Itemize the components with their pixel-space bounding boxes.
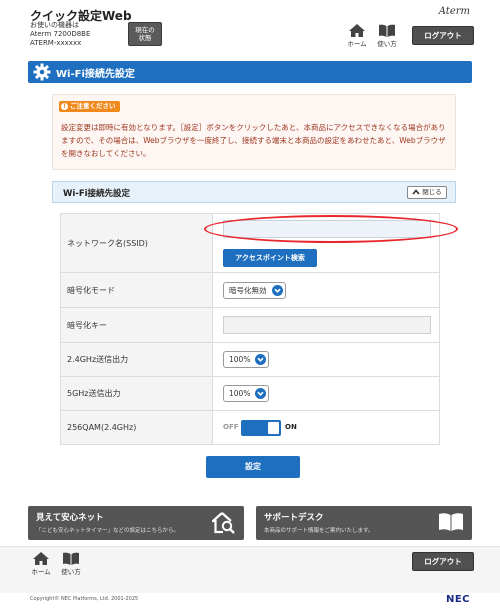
qam-label: 256QAM(2.4GHz) [60, 410, 213, 445]
encryption-mode-row: 暗号化モード 暗号化無効 [60, 272, 440, 308]
page-title-bar: Wi-Fi接続先設定 [28, 61, 472, 83]
toggle-off-label: OFF [223, 423, 239, 431]
tx-power-5ghz-row: 5GHz送信出力 100% [60, 376, 440, 411]
home-search-icon [212, 512, 235, 534]
encryption-key-row: 暗号化キー [60, 307, 440, 343]
tx-power-5ghz-select[interactable]: 100% [223, 385, 270, 402]
section-header: Wi-Fi接続先設定 閉じる [52, 181, 456, 203]
nec-logo: NEC [445, 594, 470, 605]
aterm-logo: Aterm [438, 6, 470, 17]
chevron-down-icon [255, 388, 267, 399]
gear-icon [33, 63, 51, 81]
book-icon [63, 552, 79, 565]
footer-help-nav-button[interactable]: 使い方 [58, 552, 84, 576]
settings-table: ネットワーク名(SSID) アクセスポイント検索 暗号化モード 暗号化無効 暗号… [60, 213, 440, 445]
header: クイック設定Web お使いの機器は Aterm 7200D8BE ATERM-x… [0, 0, 500, 52]
mieteanshin-banner[interactable]: 見えて安心ネット 「こども安心ネットタイマー」などの設定はこちらから。 [28, 506, 244, 540]
book-icon [379, 24, 395, 37]
encryption-mode-label: 暗号化モード [60, 272, 213, 308]
support-desk-banner[interactable]: サポートデスク 本商品のサポート情報をご案内いたします。 [256, 506, 472, 540]
qam-row: 256QAM(2.4GHz) OFF ON [60, 410, 440, 445]
chevron-down-icon [271, 285, 283, 296]
footer-logout-button[interactable]: ログアウト [412, 552, 474, 571]
toggle-on-label: ON [285, 423, 297, 431]
chevron-down-icon [255, 354, 267, 365]
encryption-mode-select[interactable]: 暗号化無効 [223, 282, 286, 299]
notice-box: ! ご注意ください 設定変更は即時に有効となります。［設定］ボタンをクリックしたあ… [52, 94, 456, 170]
notice-badge: ! ご注意ください [59, 101, 120, 112]
submit-button[interactable]: 設定 [206, 456, 300, 478]
ssid-label: ネットワーク名(SSID) [60, 213, 213, 273]
tx-power-24ghz-label: 2.4GHz送信出力 [60, 342, 213, 377]
chevron-up-icon [412, 188, 420, 195]
exclamation-icon: ! [61, 103, 68, 110]
footer: ホーム 使い方 ログアウト [0, 547, 500, 593]
toggle-switch[interactable] [241, 420, 281, 436]
section-title: Wi-Fi接続先設定 [63, 189, 131, 199]
encryption-key-label: 暗号化キー [60, 307, 213, 343]
home-icon [33, 552, 49, 565]
page-title: Wi-Fi接続先設定 [56, 69, 135, 80]
home-nav-button[interactable]: ホーム [344, 24, 370, 48]
logout-button[interactable]: ログアウト [412, 26, 474, 45]
notice-text: 設定変更は即時に有効となります。［設定］ボタンをクリックしたあと、本商品にアクセ… [61, 123, 446, 158]
tx-power-5ghz-label: 5GHz送信出力 [60, 376, 213, 411]
current-status-button[interactable]: 現在の 状態 [128, 22, 162, 46]
toggle-knob [268, 422, 279, 434]
home-icon [349, 24, 365, 37]
footer-home-nav-button[interactable]: ホーム [28, 552, 54, 576]
access-point-search-button[interactable]: アクセスポイント検索 [223, 249, 317, 267]
tx-power-24ghz-row: 2.4GHz送信出力 100% [60, 342, 440, 377]
collapse-button[interactable]: 閉じる [407, 186, 447, 199]
tx-power-24ghz-select[interactable]: 100% [223, 351, 270, 368]
copyright: Copyright© NEC Platforms, Ltd. 2001-2025 [30, 596, 139, 602]
device-info: お使いの機器は Aterm 7200D8BE ATERM-xxxxxx [30, 21, 91, 47]
highlight-ellipse [204, 215, 458, 243]
help-nav-button[interactable]: 使い方 [374, 24, 400, 48]
encryption-key-input[interactable] [223, 316, 431, 334]
book-icon [439, 513, 463, 531]
